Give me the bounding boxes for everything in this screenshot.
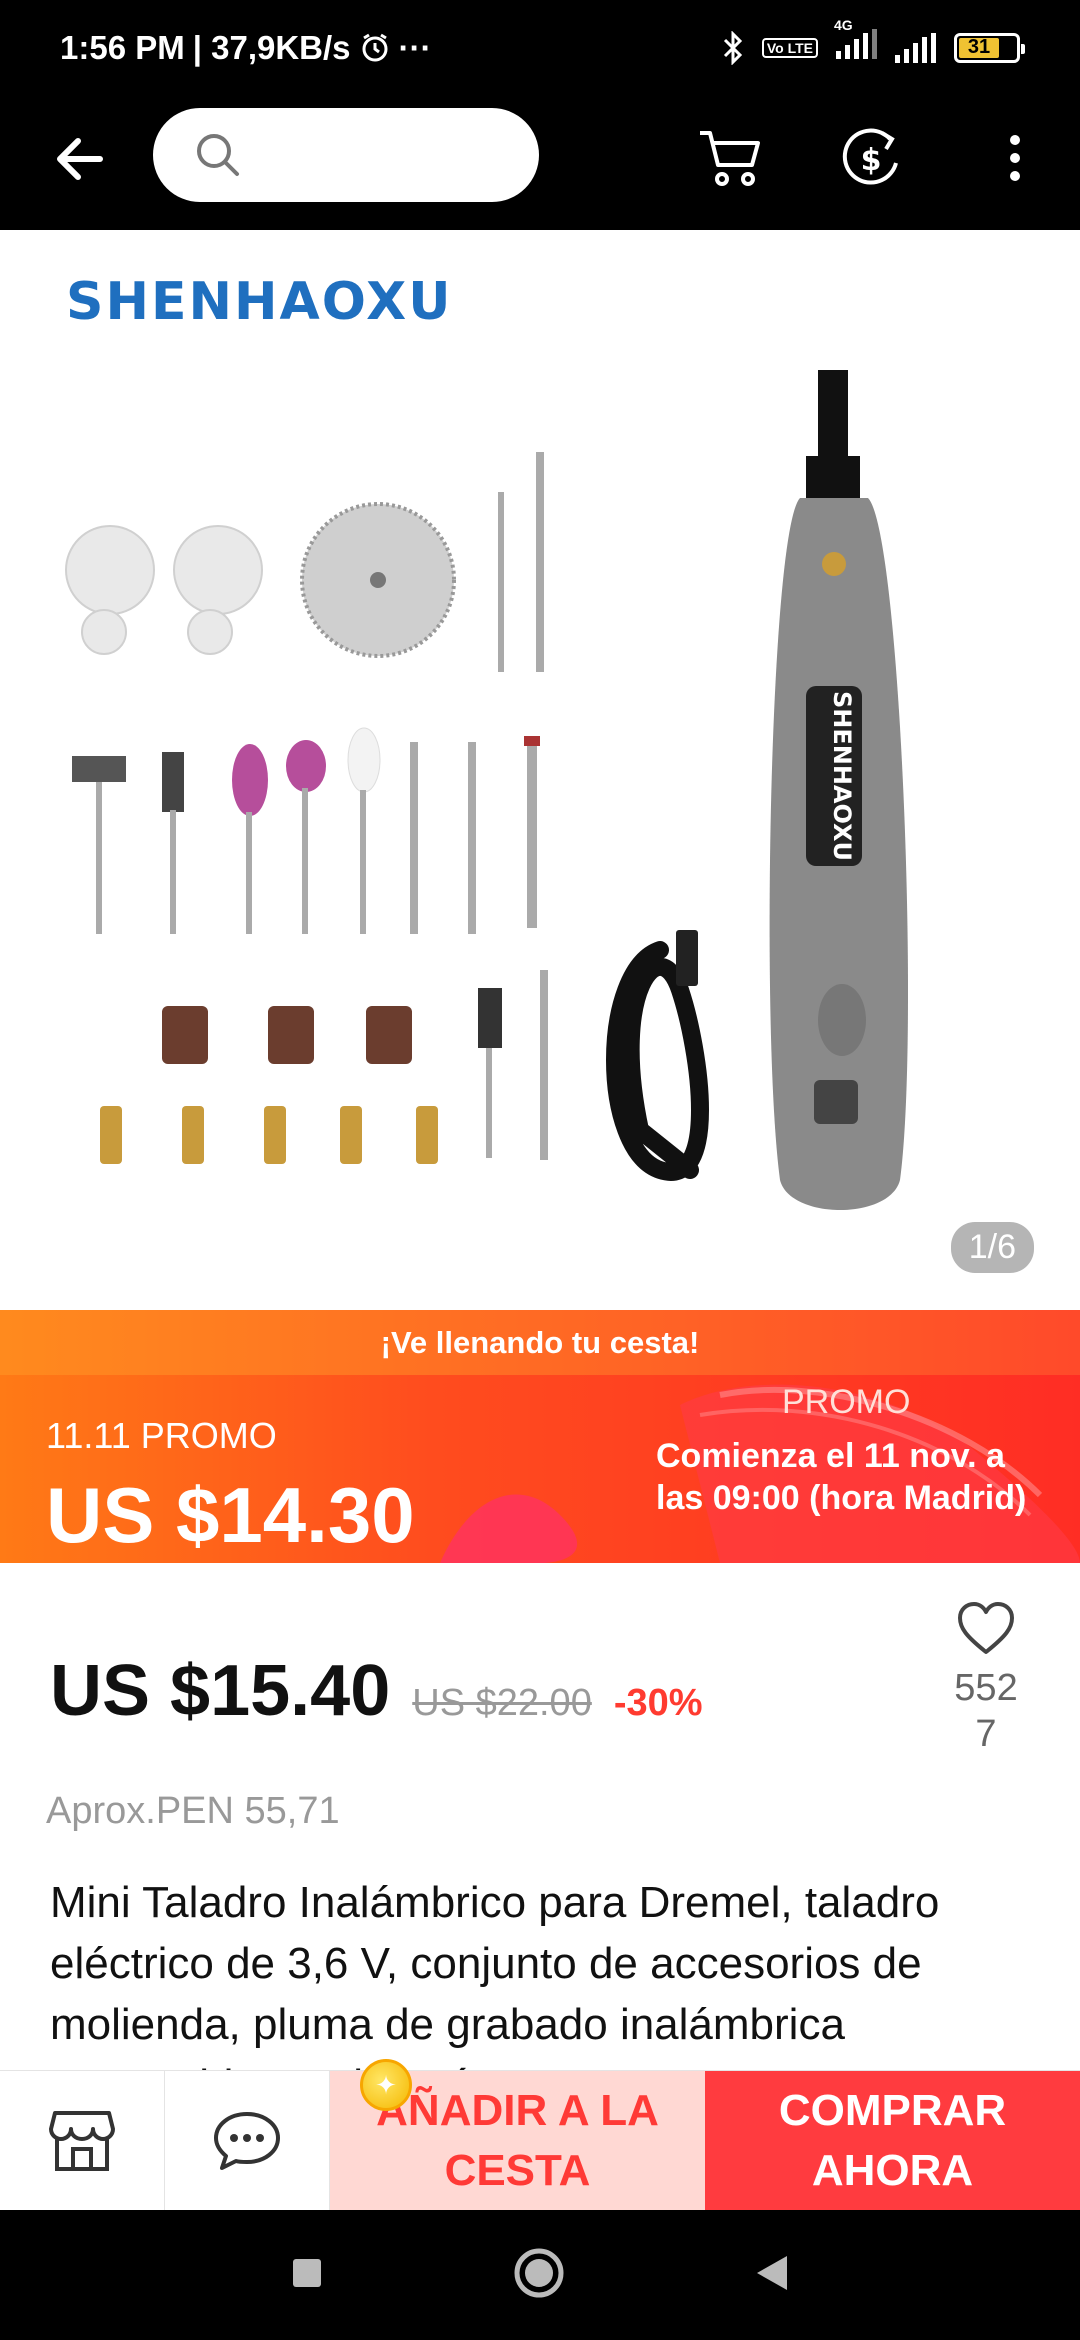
more-menu-button[interactable] [980, 123, 1050, 193]
product-title: Mini Taladro Inalámbrico para Dremel, ta… [50, 1878, 940, 2072]
signal-4g: 4G [834, 17, 877, 66]
wishlist-button[interactable]: 5527 [940, 1600, 1032, 1757]
add-to-cart-button[interactable]: ✦ AÑADIR A LA CESTA [330, 2059, 705, 2211]
promo-card[interactable]: 11.11 PROMO US $14.30 PROMO Comienza el … [0, 1375, 1080, 1563]
back-arrow-icon [57, 138, 103, 180]
back-button[interactable] [50, 129, 110, 189]
discount-badge: -30% [613, 1682, 703, 1724]
promo-tag: PROMO [782, 1383, 911, 1421]
current-price: US $15.40 [50, 1651, 391, 1731]
cart-icon [700, 131, 760, 186]
chat-icon [214, 2112, 280, 2170]
coins-button[interactable]: $ [836, 123, 906, 193]
chat-button[interactable] [165, 2071, 330, 2211]
status-more: ··· [398, 28, 432, 66]
app-bar: $ [0, 95, 1080, 230]
back-nav-button[interactable] [755, 2254, 789, 2297]
signal-icon-2 [895, 32, 936, 63]
status-left: 1:56 PM | 37,9KB/s ··· [60, 29, 432, 67]
bluetooth-icon [723, 30, 742, 65]
promo-start-time: Comienza el 11 nov. a las 09:00 (hora Ma… [656, 1437, 1027, 1517]
square-icon [293, 2258, 321, 2287]
battery-icon: 31 [954, 32, 1025, 63]
product-gallery[interactable]: SHENHAOXU SHENHAOXU 1/6 [0, 230, 1080, 1310]
more-vertical-icon [1010, 135, 1020, 181]
product-page: 1:56 PM | 37,9KB/s ··· Vo LTE 4G 31 $ SH… [0, 0, 1080, 2340]
status-bar: 1:56 PM | 37,9KB/s ··· Vo LTE 4G 31 [0, 0, 1080, 95]
heart-icon [958, 1602, 1014, 1654]
volte-icon: Vo LTE [761, 37, 818, 58]
cart-button[interactable] [694, 123, 764, 193]
promo-banner[interactable]: ¡Ve llenando tu cesta! [0, 1310, 1080, 1375]
price-row: US $15.40 US $22.00 -30% [50, 1650, 703, 1732]
promo-price: US $14.30 [46, 1471, 415, 1559]
buy-now-button[interactable]: COMPRAR AHORA [705, 2071, 1080, 2211]
status-time: 1:56 PM [60, 28, 185, 66]
svg-text:$: $ [861, 143, 882, 178]
currency-refresh-icon: $ [842, 128, 898, 185]
original-price: US $22.00 [412, 1682, 592, 1724]
battery-level: 31 [959, 36, 999, 58]
search-input[interactable] [153, 108, 539, 202]
promo-label: 11.11 PROMO [46, 1415, 277, 1456]
store-icon [49, 2111, 115, 2171]
product-image: SHENHAOXU [65, 370, 909, 1210]
svg-text:SHENHAOXU: SHENHAOXU [828, 691, 856, 861]
recents-button[interactable] [291, 2257, 323, 2294]
network-type-label: 4G [834, 17, 853, 33]
image-counter: 1/6 [950, 1222, 1034, 1273]
wishlist-count: 5527 [954, 1667, 1018, 1755]
coin-icon: ✦ [360, 2059, 412, 2111]
home-button[interactable] [513, 2247, 565, 2304]
alarm-icon [362, 33, 388, 61]
status-speed: | 37,9KB/s [192, 28, 351, 66]
approx-price: Aprox.PEN 55,71 [46, 1790, 340, 1832]
action-bar: ✦ AÑADIR A LA CESTA COMPRAR AHORA [0, 2059, 1080, 2211]
home-circle-icon [514, 2248, 564, 2297]
status-right: Vo LTE 4G 31 [722, 17, 1025, 66]
triangle-back-icon [757, 2255, 787, 2290]
store-button[interactable] [0, 2071, 165, 2211]
search-icon [197, 134, 239, 176]
system-nav-bar [0, 2210, 1080, 2340]
buy-now-label: COMPRAR AHORA [778, 2086, 1007, 2195]
signal-icon [836, 29, 877, 59]
